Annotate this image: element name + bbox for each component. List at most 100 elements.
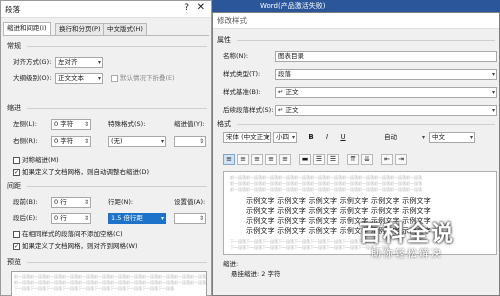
font-select[interactable]: 宋体 (中文正文 ▾ bbox=[223, 132, 271, 143]
snap-to-grid-checkbox[interactable]: ✓ bbox=[13, 243, 20, 250]
distribute-button[interactable]: ≡ bbox=[279, 154, 291, 165]
space-before-stepper[interactable]: 0 行 ⇕ bbox=[51, 197, 91, 208]
spin-icon: ⇕ bbox=[83, 199, 89, 206]
spin-icon: ⇕ bbox=[83, 121, 89, 128]
mirror-indent-checkbox[interactable] bbox=[13, 157, 20, 164]
bold-button[interactable]: B bbox=[305, 132, 317, 143]
space-after-button[interactable]: ⇊ bbox=[361, 154, 373, 165]
chevron-down-icon: ▾ bbox=[491, 71, 495, 78]
align-left-button[interactable]: ≡ bbox=[223, 154, 235, 165]
space-before-button[interactable]: ⇈ bbox=[347, 154, 359, 165]
align-center-icon: ≡ bbox=[240, 155, 246, 163]
space-before-icon: ⇈ bbox=[350, 155, 356, 163]
next-style-label: 后续段落样式(S): bbox=[223, 106, 274, 114]
space-after-icon: ⇊ bbox=[364, 155, 370, 163]
chevron-down-icon: ▾ bbox=[491, 107, 495, 114]
alignment-select[interactable]: 左对齐 ▾ bbox=[55, 57, 103, 68]
style-based-on-select[interactable]: ↵ 正文 ▾ bbox=[275, 87, 497, 98]
chevron-down-icon: ▾ bbox=[160, 138, 164, 145]
no-space-same-style-checkbox[interactable] bbox=[13, 231, 20, 238]
single-spacing-button[interactable]: ▬ bbox=[299, 154, 311, 165]
decrease-indent-icon: ⇤ bbox=[384, 155, 390, 163]
chevron-down-icon: ▾ bbox=[265, 134, 269, 141]
align-left-icon: ≡ bbox=[226, 155, 232, 163]
chevron-down-icon: ▾ bbox=[97, 75, 101, 82]
increase-indent-icon: ⇥ bbox=[398, 155, 404, 163]
right-indent-label: 右侧(R): bbox=[13, 137, 38, 145]
spacing-at-stepper[interactable]: ⇕ bbox=[174, 213, 206, 224]
alignment-label: 对齐方式(G): bbox=[13, 58, 52, 66]
preview-heading: 预览 bbox=[7, 258, 21, 266]
double-spacing-button[interactable]: ☰ bbox=[327, 154, 339, 165]
space-after-stepper[interactable]: 0 行 ⇕ bbox=[51, 213, 91, 224]
single-spacing-icon: ▬ bbox=[301, 155, 309, 163]
onehalf-spacing-icon: ☰ bbox=[315, 155, 323, 163]
paragraph-preview-box: 前一段落前一段落前一段落前一段落前一段落前一段落前一段落前一段落前一段落前一段落… bbox=[11, 271, 207, 296]
chevron-down-icon: ▾ bbox=[421, 134, 425, 141]
chevron-down-icon: ▾ bbox=[491, 89, 495, 96]
auto-adjust-checkbox[interactable]: ✓ bbox=[13, 169, 20, 176]
spin-icon: ⇕ bbox=[198, 138, 204, 145]
indent-by-stepper[interactable]: ⇕ bbox=[174, 136, 206, 147]
collapse-checkbox[interactable] bbox=[111, 75, 118, 82]
help-icon[interactable]: ? bbox=[184, 3, 189, 13]
indent-by-label: 缩进值(Y): bbox=[174, 120, 205, 128]
properties-heading: 属性 bbox=[217, 36, 231, 44]
outline-level-select[interactable]: 正文文本 ▾ bbox=[55, 73, 103, 84]
watermark-sub-text: 助你轻松解决 bbox=[371, 249, 443, 260]
italic-button[interactable]: I bbox=[321, 132, 333, 143]
space-before-label: 段前(B): bbox=[13, 198, 38, 206]
align-right-button[interactable]: ≡ bbox=[251, 154, 263, 165]
paragraph-titlebar: 段落 ? ✕ bbox=[1, 1, 211, 18]
watermark-logo: 百科全说 助你轻松解决 bbox=[342, 222, 472, 268]
special-format-select[interactable]: (无) ▾ bbox=[108, 136, 166, 147]
modify-style-title: 修改样式 bbox=[217, 16, 247, 25]
tab-asian-typography[interactable]: 中文版式(H) bbox=[103, 23, 147, 35]
indent-heading: 缩进 bbox=[7, 104, 21, 112]
modify-style-titlebar: 修改样式 bbox=[213, 13, 499, 29]
font-color-select[interactable]: 自动 ▾ bbox=[355, 132, 427, 143]
collapse-label: 默认情况下折叠(E) bbox=[120, 74, 175, 82]
increase-indent-button[interactable]: ⇥ bbox=[395, 154, 407, 165]
no-space-same-style-label: 在相同样式的段落间不添加空格(C) bbox=[22, 230, 123, 238]
mirror-indent-label: 对称缩进(M) bbox=[22, 156, 59, 164]
underline-button[interactable]: U bbox=[337, 132, 349, 143]
left-indent-label: 左侧(L): bbox=[13, 120, 37, 128]
style-type-select[interactable]: 段落 ▾ bbox=[275, 69, 497, 80]
auto-adjust-label: 如果定义了文档网格，则自动调整右缩进(D) bbox=[22, 168, 150, 176]
sample-text-line: 示例文字 示例文字 示例文字 示例文字 示例文字 示例文字 bbox=[246, 197, 431, 205]
align-right-icon: ≡ bbox=[254, 155, 260, 163]
snap-to-grid-label: 如果定义了文档网格，则对齐到网格(W) bbox=[22, 242, 138, 250]
line-spacing-label: 行距(N): bbox=[108, 198, 134, 206]
app-title: Word(产品激活失败) bbox=[260, 2, 326, 10]
align-center-button[interactable]: ≡ bbox=[237, 154, 249, 165]
close-icon[interactable]: ✕ bbox=[197, 2, 205, 13]
chevron-down-icon: ▾ bbox=[97, 59, 101, 66]
description-value: 悬挂缩进: 2 字符 bbox=[231, 270, 281, 278]
style-based-on-label: 样式基准(B): bbox=[223, 88, 261, 96]
space-after-label: 段后(E): bbox=[13, 214, 38, 222]
word-app-bar: Word(产品激活失败) bbox=[212, 0, 500, 12]
decrease-indent-button[interactable]: ⇤ bbox=[381, 154, 393, 165]
spin-icon: ⇕ bbox=[83, 138, 89, 145]
next-style-select[interactable]: ↵ 正文 ▾ bbox=[275, 105, 497, 116]
spacing-heading: 间距 bbox=[7, 182, 21, 190]
watermark-main-text: 百科全说 bbox=[358, 222, 455, 247]
line-spacing-select[interactable]: 1.5 倍行距 ▾ bbox=[108, 213, 166, 224]
style-name-input[interactable]: 图表目录 bbox=[275, 51, 497, 62]
tab-line-page-breaks[interactable]: 换行和分页(P) bbox=[55, 23, 105, 35]
justify-button[interactable]: ≡ bbox=[265, 154, 277, 165]
sample-text-line: 示例文字 示例文字 示例文字 示例文字 示例文字 示例文字 bbox=[246, 207, 431, 215]
spacing-at-label: 设置值(A): bbox=[174, 198, 206, 206]
left-indent-stepper[interactable]: 0 字符 ⇕ bbox=[51, 119, 91, 130]
paragraph-dialog-title: 段落 bbox=[5, 5, 20, 14]
font-size-select[interactable]: 小四 ▾ bbox=[273, 132, 297, 143]
justify-icon: ≡ bbox=[268, 155, 274, 163]
onehalf-spacing-button[interactable]: ☰ bbox=[313, 154, 325, 165]
style-type-label: 样式类型(T): bbox=[223, 70, 261, 78]
language-select[interactable]: 中文 ▾ bbox=[429, 132, 475, 143]
spin-icon: ⇕ bbox=[83, 215, 89, 222]
tab-indent-spacing[interactable]: 缩进和间距(I) bbox=[3, 22, 51, 35]
right-indent-stepper[interactable]: 0 字符 ⇕ bbox=[51, 136, 91, 147]
chevron-down-icon: ▾ bbox=[469, 134, 473, 141]
